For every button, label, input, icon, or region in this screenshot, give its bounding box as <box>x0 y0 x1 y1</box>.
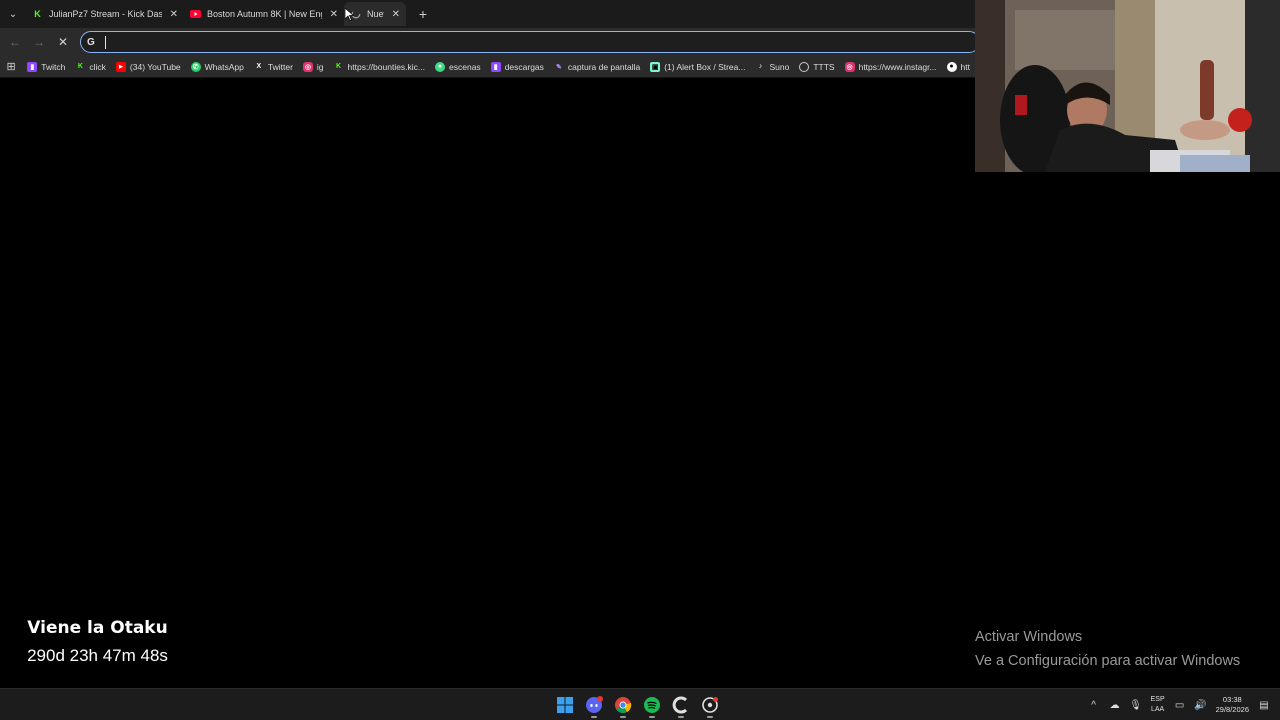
instagram-icon: ◎ <box>844 61 855 72</box>
chrome-icon[interactable] <box>612 692 634 718</box>
bookmark-label: descargas <box>504 61 544 72</box>
globe-icon <box>799 61 810 72</box>
bookmark-label: (34) YouTube <box>129 61 181 72</box>
tab-title: Boston Autumn 8K | New England <box>207 9 322 19</box>
bookmark-click[interactable]: K click <box>70 56 111 77</box>
instagram-icon: ◎ <box>302 61 313 72</box>
youtube-icon: ▶ <box>115 61 126 72</box>
kick-icon: K <box>336 63 342 70</box>
onedrive-icon[interactable]: ☁ <box>1109 699 1121 711</box>
bookmark-label: htt <box>960 61 970 72</box>
windows-taskbar: ^ ☁ 🎙 ESP LAA ▭ 🔊 03:38 29/8/2026 ▤ <box>0 688 1280 720</box>
bookmarks-bar: ⊞ ▮ Twitch K click ▶ (34) YouTube ✆ What… <box>0 56 975 78</box>
countdown-title: Viene la Otaku <box>27 618 168 638</box>
webcam-overlay <box>975 0 1280 172</box>
microphone-icon[interactable]: 🎙 <box>1129 699 1142 711</box>
stop-loading-icon[interactable]: ✕ <box>51 30 75 54</box>
bookmark-label: https://bounties.kic... <box>347 61 426 72</box>
close-icon[interactable]: ✕ <box>330 9 338 20</box>
bookmark-label: Suno <box>769 61 790 72</box>
bookmark-ttts[interactable]: TTTS <box>794 56 839 77</box>
obs-recording-icon[interactable] <box>699 692 721 718</box>
chevron-up-icon[interactable]: ^ <box>1088 699 1100 711</box>
bookmark-bounties[interactable]: K https://bounties.kic... <box>329 56 430 77</box>
bookmark-ig[interactable]: ◎ ig <box>298 56 329 77</box>
clock[interactable]: 03:38 29/8/2026 <box>1216 695 1249 715</box>
system-tray: ^ ☁ 🎙 ESP LAA ▭ 🔊 03:38 29/8/2026 ▤ <box>1088 689 1270 720</box>
kick-icon: K <box>77 63 83 70</box>
forward-arrow-icon[interactable]: → <box>27 30 51 54</box>
bookmark-twitter[interactable]: X Twitter <box>249 56 298 77</box>
tab-youtube-boston[interactable]: Boston Autumn 8K | New England ✕ <box>184 2 344 26</box>
google-icon: G <box>87 36 95 48</box>
address-bar[interactable]: G <box>80 31 980 53</box>
close-icon[interactable]: ✕ <box>392 9 400 20</box>
bookmark-captura[interactable]: ✎ captura de pantalla <box>549 56 645 77</box>
watermark-line-2: Ve a Configuración para activar Windows <box>975 653 1241 669</box>
bookmark-label: ig <box>316 61 324 72</box>
bookmark-escenas[interactable]: ● escenas <box>430 56 486 77</box>
bookmark-suno[interactable]: ♪ Suno <box>750 56 794 77</box>
bookmark-label: (1) Alert Box / Strea... <box>664 61 746 72</box>
youtube-icon <box>190 9 201 20</box>
tab-kick-dashboard[interactable]: K JulianPz7 Stream - Kick Dashboard ✕ <box>26 2 184 26</box>
webcam-image <box>975 0 1280 172</box>
whatsapp-icon: ✆ <box>190 61 201 72</box>
notifications-icon[interactable]: ▤ <box>1258 699 1270 711</box>
watermark-line-1: Activar Windows <box>975 629 1083 645</box>
tab-title: Nueva pestaña <box>367 9 384 19</box>
bookmark-label: TTTS <box>813 61 835 72</box>
mouse-cursor-icon <box>345 8 354 21</box>
bookmark-label: WhatsApp <box>204 61 244 72</box>
obs-icon: ● <box>435 61 446 72</box>
language-indicator[interactable]: ESP LAA <box>1151 695 1165 715</box>
back-arrow-icon[interactable]: ← <box>3 30 27 54</box>
streamlabs-icon: ▣ <box>650 61 661 72</box>
pen-icon: ✎ <box>555 63 562 71</box>
bookmark-whatsapp[interactable]: ✆ WhatsApp <box>186 56 249 77</box>
close-icon[interactable]: ✕ <box>170 9 178 20</box>
bookmark-label: click <box>89 61 106 72</box>
clock-date: 29/8/2026 <box>1215 705 1249 714</box>
bookmark-label: Twitter <box>267 61 293 72</box>
new-tab-plus-icon[interactable]: + <box>412 3 434 25</box>
start-windows-icon[interactable] <box>554 692 576 718</box>
twitch-icon: ▮ <box>490 61 501 72</box>
countdown-timer: 290d 23h 47m 48s <box>27 646 168 665</box>
bookmark-instagram[interactable]: ◎ https://www.instagr... <box>840 56 942 77</box>
twitch-icon: ▮ <box>27 61 38 72</box>
suno-icon: ♪ <box>758 63 763 70</box>
apps-grid-icon[interactable]: ⊞ <box>0 56 22 77</box>
github-icon: ● <box>946 61 957 72</box>
bookmark-descargas[interactable]: ▮ descargas <box>486 56 549 77</box>
taskbar-apps <box>554 692 721 718</box>
bookmark-alert-box[interactable]: ▣ (1) Alert Box / Strea... <box>645 56 750 77</box>
x-icon: X <box>256 63 262 70</box>
ccleaner-icon[interactable] <box>670 692 692 718</box>
bookmark-label: captura de pantalla <box>567 61 641 72</box>
bookmark-label: https://www.instagr... <box>858 61 937 72</box>
spotify-icon[interactable] <box>641 692 663 718</box>
bookmark-twitch[interactable]: ▮ Twitch <box>22 56 70 77</box>
clock-time: 03:38 <box>1222 695 1242 704</box>
browser-tab-strip: ⌄ K JulianPz7 Stream - Kick Dashboard ✕ … <box>0 0 975 28</box>
language-code: ESP <box>1150 696 1165 703</box>
keyboard-layout: LAA <box>1151 706 1165 713</box>
tab-title: JulianPz7 Stream - Kick Dashboard <box>49 9 162 19</box>
activate-windows-watermark: Activar Windows Ve a Configuración para … <box>975 625 1275 673</box>
tab-search-chevron-icon[interactable]: ⌄ <box>0 0 26 28</box>
network-icon[interactable]: ▭ <box>1174 699 1186 711</box>
browser-toolbar: ← → ✕ G <box>0 28 980 56</box>
address-input[interactable] <box>106 36 979 48</box>
volume-icon[interactable]: 🔊 <box>1194 699 1206 711</box>
bookmark-github[interactable]: ● htt <box>942 56 975 77</box>
bookmark-label: Twitch <box>41 61 66 72</box>
kick-icon: K <box>34 9 41 19</box>
bookmark-label: escenas <box>449 61 481 72</box>
discord-icon[interactable] <box>583 692 605 718</box>
countdown-widget: Viene la Otaku 290d 23h 47m 48s <box>0 618 195 666</box>
desktop-screen: ⌄ K JulianPz7 Stream - Kick Dashboard ✕ … <box>0 0 1280 720</box>
bookmark-youtube[interactable]: ▶ (34) YouTube <box>111 56 186 77</box>
